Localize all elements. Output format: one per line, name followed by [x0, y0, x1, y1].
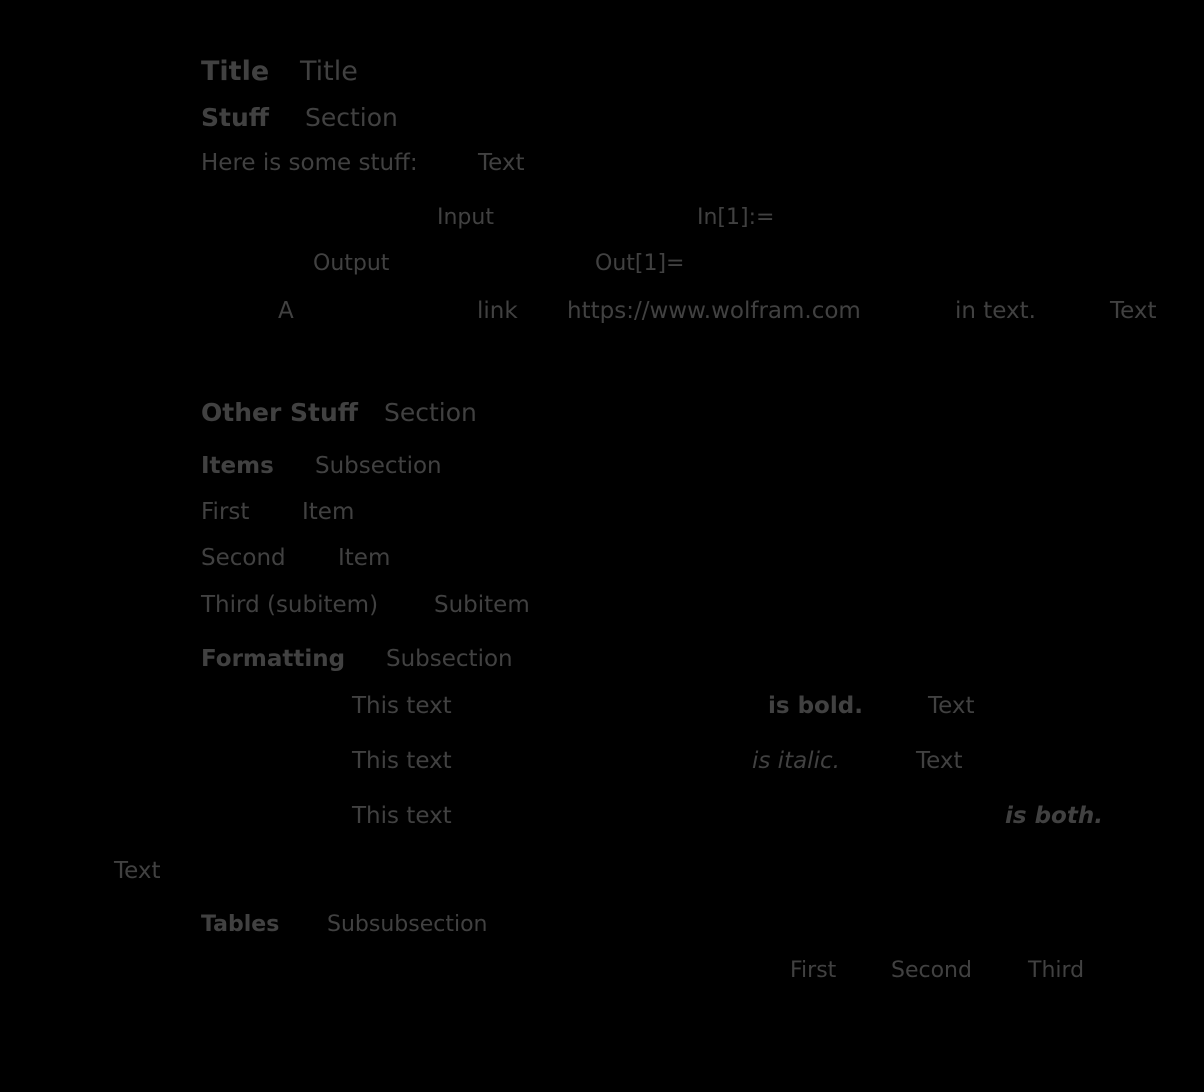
cell-content-this-text-bold: This text — [352, 693, 452, 719]
cell-content-first: First — [201, 499, 250, 525]
cell-style-tag-output[interactable]: Output — [313, 253, 389, 275]
cell-style-tag-text[interactable]: Text — [1110, 300, 1157, 323]
cell-content-second: Second — [201, 545, 286, 571]
cell-content-tables: Tables — [201, 912, 280, 937]
cell-content-is-both: is both. — [1005, 803, 1103, 829]
cell-style-tag-text[interactable]: Text — [916, 750, 963, 773]
cell-style-tag-item[interactable]: Item — [302, 501, 354, 524]
cell-content-third-subitem: Third (subitem) — [201, 592, 379, 618]
cell-style-tag-section[interactable]: Section — [305, 105, 398, 130]
hyperlink-url[interactable]: https://www.wolfram.com — [567, 300, 861, 323]
cell-label-out-1: Out[1]= — [595, 251, 685, 276]
cell-content-is-bold: is bold. — [768, 693, 863, 719]
cell-style-tag-subsubsection[interactable]: Subsubsection — [327, 914, 487, 936]
cell-style-tag-text[interactable]: Text — [928, 695, 975, 718]
cell-content-this-text-both: This text — [352, 803, 452, 829]
cell-label-in-1: In[1]:= — [697, 205, 775, 230]
table-header-cell-second: Second — [891, 958, 972, 983]
notebook-structure-view: { "document": { "background_color": "#00… — [0, 0, 1204, 1092]
table-header-cell-third: Third — [1028, 958, 1085, 983]
hyperlink-style-tag[interactable]: link — [477, 300, 518, 323]
cell-content-in-text: in text. — [955, 298, 1036, 324]
cell-content-items: Items — [201, 453, 274, 479]
cell-style-tag-title[interactable]: Title — [300, 58, 358, 85]
cell-style-tag-subsection[interactable]: Subsection — [315, 455, 442, 478]
cell-style-tag-subsection[interactable]: Subsection — [386, 648, 513, 671]
cell-content-a: A — [278, 298, 294, 324]
cell-content-title: Title — [201, 56, 270, 87]
cell-style-tag-input[interactable]: Input — [437, 207, 494, 229]
cell-style-tag-text[interactable]: Text — [114, 860, 161, 883]
cell-content-this-text-italic: This text — [352, 748, 452, 774]
cell-style-tag-section[interactable]: Section — [384, 400, 477, 425]
table-header-cell-first: First — [790, 958, 837, 983]
cell-content-here-is-some-stuff: Here is some stuff: — [201, 150, 418, 176]
cell-content-stuff: Stuff — [201, 103, 270, 132]
cell-style-tag-text[interactable]: Text — [478, 152, 525, 175]
cell-content-is-italic: is italic. — [752, 748, 840, 774]
cell-content-formatting: Formatting — [201, 646, 346, 672]
cell-content-other-stuff: Other Stuff — [201, 398, 358, 427]
cell-style-tag-item[interactable]: Item — [338, 547, 390, 570]
cell-style-tag-subitem[interactable]: Subitem — [434, 594, 530, 617]
